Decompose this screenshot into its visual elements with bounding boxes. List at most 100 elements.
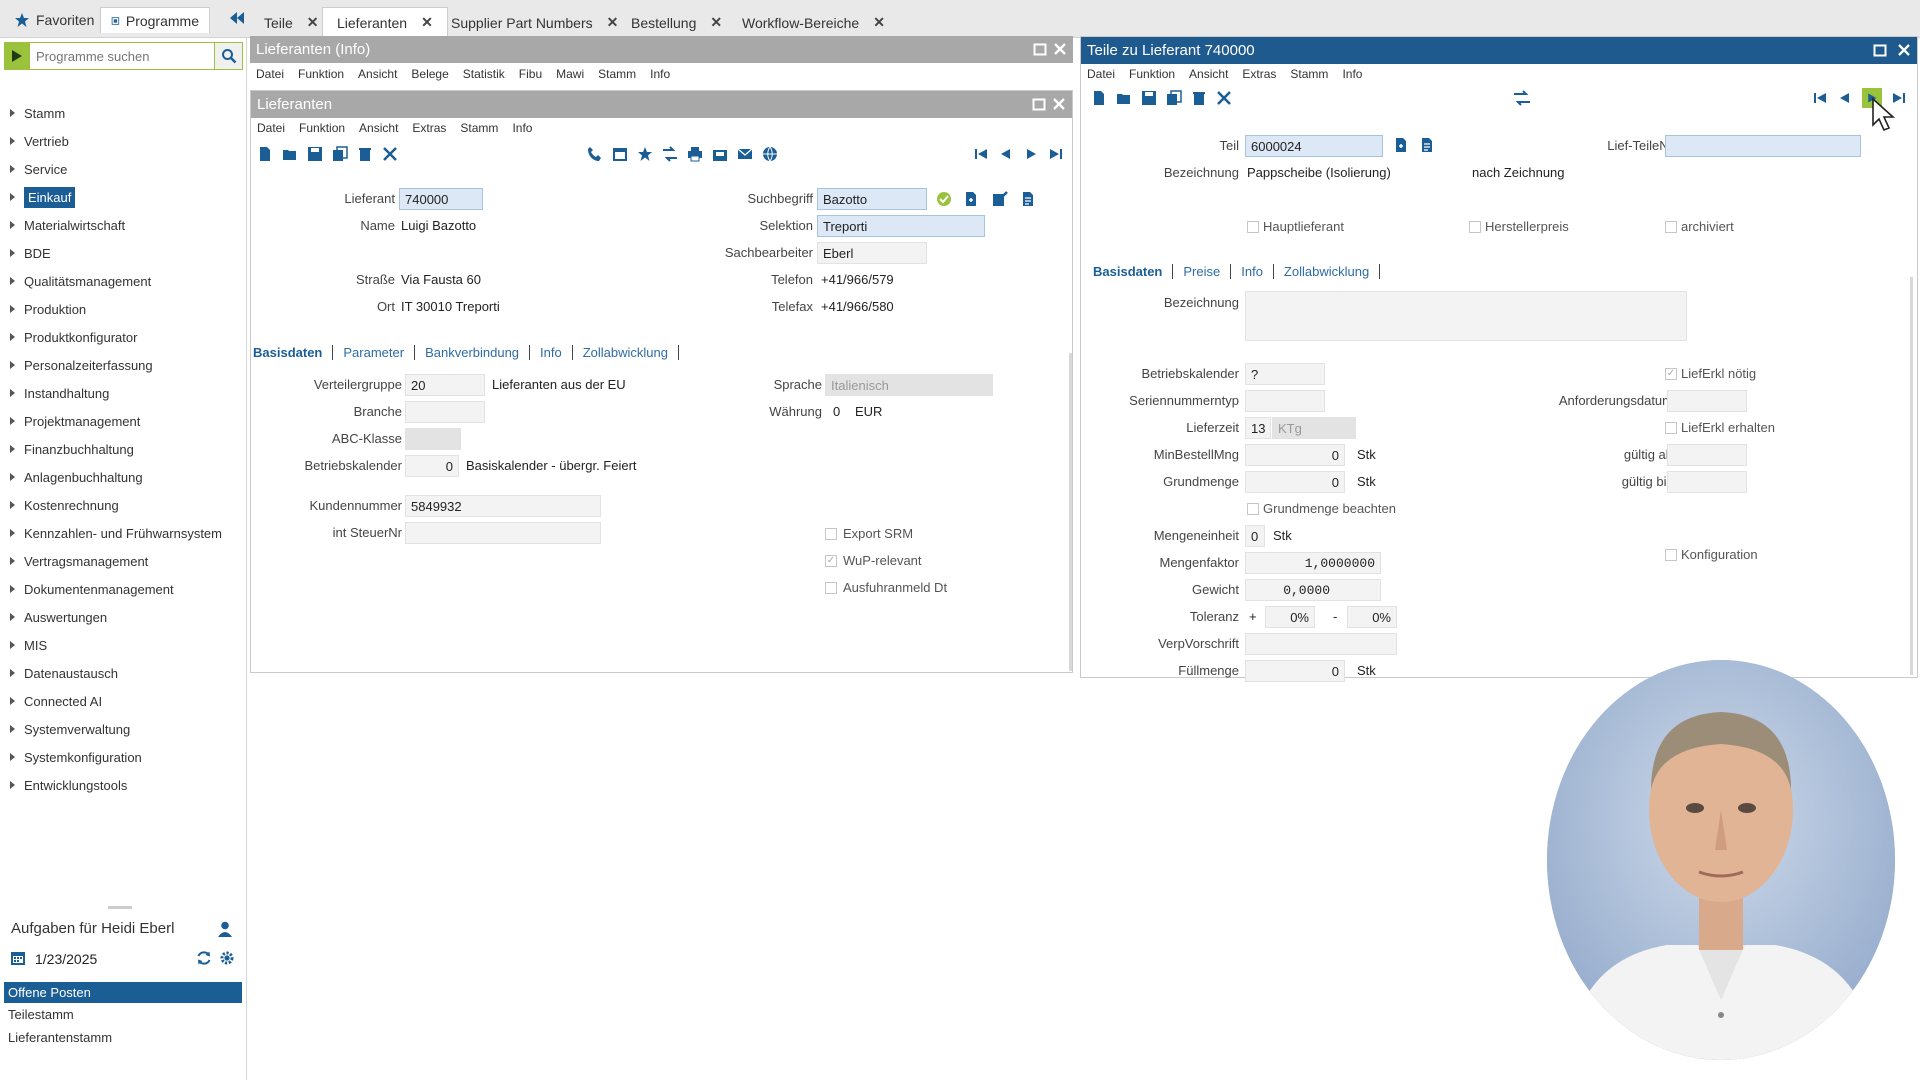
kundennummer-field[interactable]: 5849932	[405, 495, 601, 517]
search-icon[interactable]	[214, 42, 243, 70]
cancel-icon[interactable]	[382, 146, 398, 162]
sidebar-item-service[interactable]: Service	[10, 157, 67, 181]
new-document-icon[interactable]	[1091, 90, 1107, 106]
menu-datei[interactable]: Datei	[256, 67, 284, 81]
expand-arrow-icon[interactable]	[10, 753, 15, 761]
expand-arrow-icon[interactable]	[10, 641, 15, 649]
expand-arrow-icon[interactable]	[10, 193, 15, 201]
expand-arrow-icon[interactable]	[10, 669, 15, 677]
close-icon[interactable]	[1052, 97, 1066, 111]
expand-arrow-icon[interactable]	[10, 221, 15, 229]
maximize-icon[interactable]	[1032, 97, 1046, 111]
menu-datei[interactable]: Datei	[1087, 67, 1115, 81]
expand-arrow-icon[interactable]	[10, 781, 15, 789]
verpvorschrift-field[interactable]	[1245, 633, 1397, 655]
expand-arrow-icon[interactable]	[10, 137, 15, 145]
lieferkl-erhalten-checkbox[interactable]	[1665, 422, 1677, 434]
maximize-icon[interactable]	[1873, 43, 1887, 57]
sidebar-item-stamm[interactable]: Stamm	[10, 101, 65, 125]
tab-supplier-part-numbers[interactable]: Supplier Part Numbers ✕	[437, 7, 632, 38]
close-icon[interactable]: ✕	[710, 14, 722, 31]
sidebar-item-datenaustausch[interactable]: Datenaustausch	[10, 661, 118, 685]
vertical-scrollbar[interactable]	[1069, 353, 1072, 671]
gueltig-ab-field[interactable]	[1667, 444, 1747, 466]
menu-stamm[interactable]: Stamm	[1290, 67, 1328, 81]
program-search-input[interactable]	[30, 42, 214, 70]
menu-funktion[interactable]: Funktion	[299, 121, 345, 135]
sidebar-item-finanzbuchhaltung[interactable]: Finanzbuchhaltung	[10, 437, 134, 461]
lieferant-field[interactable]: 740000	[399, 188, 483, 210]
fax-icon[interactable]	[712, 146, 728, 162]
minbestellmng-field[interactable]: 0	[1245, 444, 1345, 466]
menu-ansicht[interactable]: Ansicht	[1189, 67, 1228, 81]
new-document-icon[interactable]	[257, 146, 273, 162]
toleranz-plus-field[interactable]: 0%	[1265, 606, 1315, 628]
save-icon[interactable]	[1141, 90, 1157, 106]
close-icon[interactable]: ✕	[421, 14, 433, 31]
expand-arrow-icon[interactable]	[10, 249, 15, 257]
vertical-scrollbar[interactable]	[1910, 277, 1913, 675]
last-record-icon[interactable]	[1048, 146, 1064, 162]
sidebar-item-systemkonfiguration[interactable]: Systemkonfiguration	[10, 745, 142, 769]
doc-add-icon[interactable]	[963, 191, 979, 207]
close-icon[interactable]	[1053, 42, 1067, 56]
menu-ansicht[interactable]: Ansicht	[358, 67, 397, 81]
sidebar-item-dokumentenmanagement[interactable]: Dokumentenmanagement	[10, 577, 174, 601]
expand-arrow-icon[interactable]	[10, 277, 15, 285]
menu-extras[interactable]: Extras	[1242, 67, 1276, 81]
tab-basisdaten[interactable]: Basisdaten	[251, 344, 334, 360]
toleranz-minus-field[interactable]: 0%	[1347, 606, 1397, 628]
herstellerpreis-checkbox[interactable]	[1469, 221, 1481, 233]
document-icon[interactable]	[1419, 137, 1435, 153]
expand-arrow-icon[interactable]	[10, 165, 15, 173]
user-icon[interactable]	[216, 920, 234, 938]
globe-icon[interactable]	[762, 146, 778, 162]
calendar-icon[interactable]	[612, 146, 628, 162]
check-circle-icon[interactable]	[936, 191, 952, 207]
expand-arrow-icon[interactable]	[10, 585, 15, 593]
doc-add-icon[interactable]	[1393, 137, 1409, 153]
betriebskalender-parts-field[interactable]: ?	[1245, 363, 1325, 385]
close-icon[interactable]	[1897, 43, 1911, 57]
sidebar-item-vertragsmanagement[interactable]: Vertragsmanagement	[10, 549, 148, 573]
lieferzeit-field[interactable]: 13	[1245, 417, 1271, 439]
menu-statistik[interactable]: Statistik	[463, 67, 505, 81]
tab-bestellung[interactable]: Bestellung ✕	[617, 7, 736, 38]
steuernr-field[interactable]	[405, 522, 601, 544]
sidebar-item-auswertungen[interactable]: Auswertungen	[10, 605, 107, 629]
grundmenge-beachten-checkbox[interactable]	[1247, 503, 1259, 515]
sachbearbeiter-field[interactable]: Eberl	[817, 242, 927, 264]
open-folder-icon[interactable]	[282, 146, 298, 162]
resize-handle[interactable]	[108, 906, 132, 909]
verteilergruppe-field[interactable]: 20	[405, 374, 485, 396]
lieferzeit-unit[interactable]: KTg	[1272, 417, 1356, 439]
sidebar-item-systemverwaltung[interactable]: Systemverwaltung	[10, 717, 130, 741]
first-record-icon[interactable]	[973, 146, 989, 162]
first-record-icon[interactable]	[1812, 90, 1828, 106]
delete-icon[interactable]	[1191, 90, 1207, 106]
sidebar-item-produktkonfigurator[interactable]: Produktkonfigurator	[10, 325, 137, 349]
mengenfaktor-field[interactable]: 1,0000000	[1245, 552, 1381, 574]
expand-arrow-icon[interactable]	[10, 529, 15, 537]
menu-ansicht[interactable]: Ansicht	[359, 121, 398, 135]
refresh-icon[interactable]	[196, 950, 212, 966]
sidebar-item-projektmanagement[interactable]: Projektmanagement	[10, 409, 140, 433]
tab-bankverbindung[interactable]: Bankverbindung	[415, 344, 531, 360]
tab-preise[interactable]: Preise	[1173, 263, 1232, 279]
sidebar-item-anlagenbuchhaltung[interactable]: Anlagenbuchhaltung	[10, 465, 143, 489]
menu-datei[interactable]: Datei	[257, 121, 285, 135]
phone-icon[interactable]	[587, 146, 603, 162]
gear-icon[interactable]	[219, 950, 235, 966]
lief-teilenr-field[interactable]	[1665, 135, 1861, 157]
grundmenge-field[interactable]: 0	[1245, 471, 1345, 493]
print-icon[interactable]	[687, 146, 703, 162]
menu-stamm[interactable]: Stamm	[460, 121, 498, 135]
expand-arrow-icon[interactable]	[10, 417, 15, 425]
sidebar-item-connected-ai[interactable]: Connected AI	[10, 689, 102, 713]
sidebar-item-entwicklungstools[interactable]: Entwicklungstools	[10, 773, 127, 797]
maximize-icon[interactable]	[1033, 42, 1047, 56]
tab-info[interactable]: Info	[530, 344, 573, 360]
menu-funktion[interactable]: Funktion	[1129, 67, 1175, 81]
edit-icon[interactable]	[992, 191, 1008, 207]
workflow-icon[interactable]	[1513, 90, 1531, 106]
